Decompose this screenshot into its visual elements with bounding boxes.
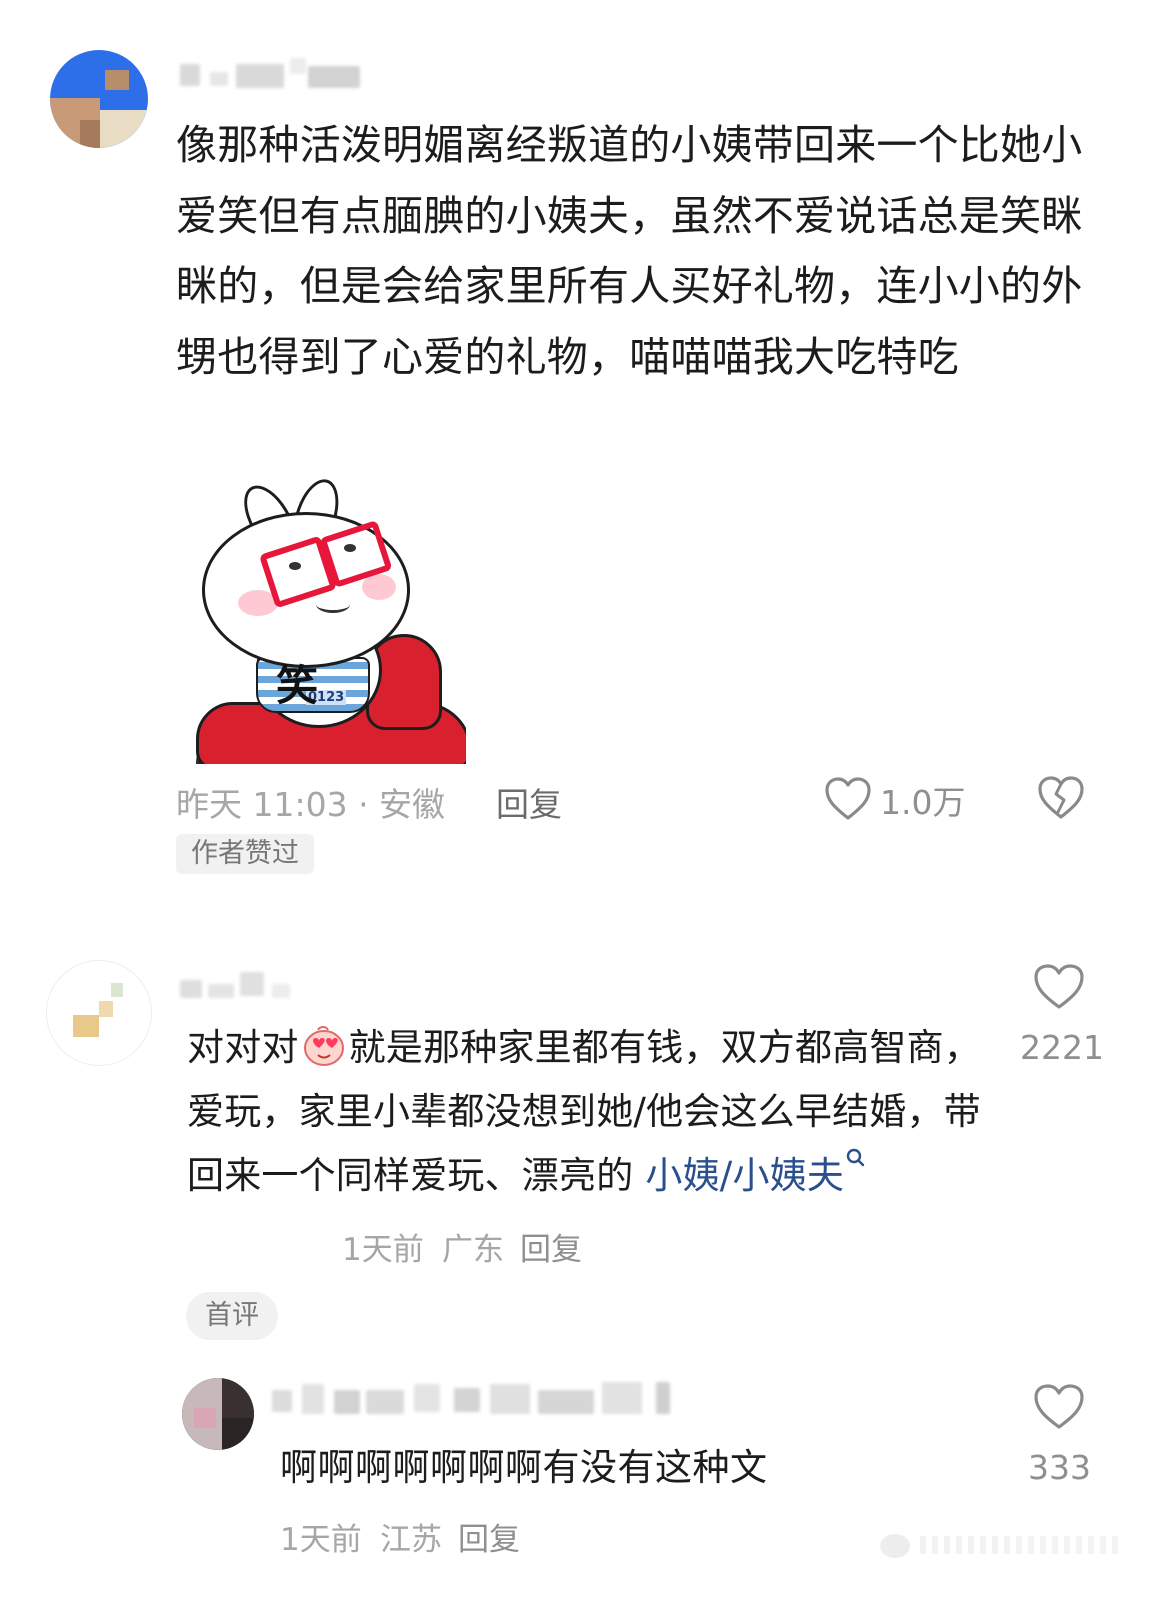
like-button[interactable]: 2221 bbox=[1018, 962, 1104, 1072]
reply-button[interactable]: 回复 bbox=[520, 1224, 582, 1269]
like-count: 1.0万 bbox=[880, 783, 966, 822]
avatar[interactable] bbox=[182, 1378, 254, 1450]
like-button[interactable]: 333 bbox=[1024, 1382, 1104, 1492]
comment-time: 1天前 bbox=[342, 1232, 424, 1268]
avatar[interactable] bbox=[46, 960, 152, 1066]
reply-button[interactable]: 回复 bbox=[458, 1514, 520, 1559]
broken-heart-icon bbox=[1038, 776, 1084, 819]
reply-button[interactable]: 回复 bbox=[496, 778, 562, 826]
sticker-caption: 笑 bbox=[276, 661, 319, 710]
comment-text: 对对对 就是那种家里都有钱，双方都高智商，爱玩，家里小辈都没想到她/他会这么早结… bbox=[187, 1024, 982, 1197]
author-liked-tag: 作者赞过 bbox=[176, 834, 314, 874]
username-blurred[interactable] bbox=[272, 1382, 672, 1416]
like-count: 2221 bbox=[1020, 1028, 1104, 1067]
first-comment-tag: 首评 bbox=[186, 1292, 278, 1340]
heart-icon bbox=[1034, 1384, 1084, 1429]
reply-location: 江苏 bbox=[380, 1522, 442, 1558]
avatar[interactable] bbox=[50, 50, 148, 148]
reply-time: 1天前 bbox=[280, 1522, 362, 1558]
heart-icon bbox=[825, 777, 871, 820]
username-blurred[interactable] bbox=[180, 972, 300, 1000]
reply-text: 啊啊啊啊啊啊啊有没有这种文 bbox=[280, 1446, 768, 1489]
search-link[interactable]: 小姨/小姨夫 bbox=[645, 1148, 866, 1197]
like-count: 333 bbox=[1028, 1448, 1091, 1487]
comment-time-location: 昨天 11:03 · 安徽 bbox=[176, 785, 446, 824]
username-blurred[interactable] bbox=[180, 58, 370, 92]
like-button[interactable]: 1.0万 bbox=[824, 774, 974, 824]
watermark bbox=[880, 1522, 1130, 1562]
dislike-button[interactable] bbox=[1036, 774, 1088, 824]
comment-text: 像那种活泼明媚离经叛道的小姨带回来一个比她小爱笑但有点腼腆的小姨夫，虽然不爱说话… bbox=[176, 121, 1083, 381]
heart-eyes-emoji-icon bbox=[302, 1024, 346, 1068]
sticker-image[interactable]: 0123 笑 bbox=[176, 472, 466, 764]
heart-icon bbox=[1034, 964, 1084, 1009]
search-icon bbox=[846, 1148, 865, 1167]
comment-location: 广东 bbox=[442, 1232, 504, 1268]
